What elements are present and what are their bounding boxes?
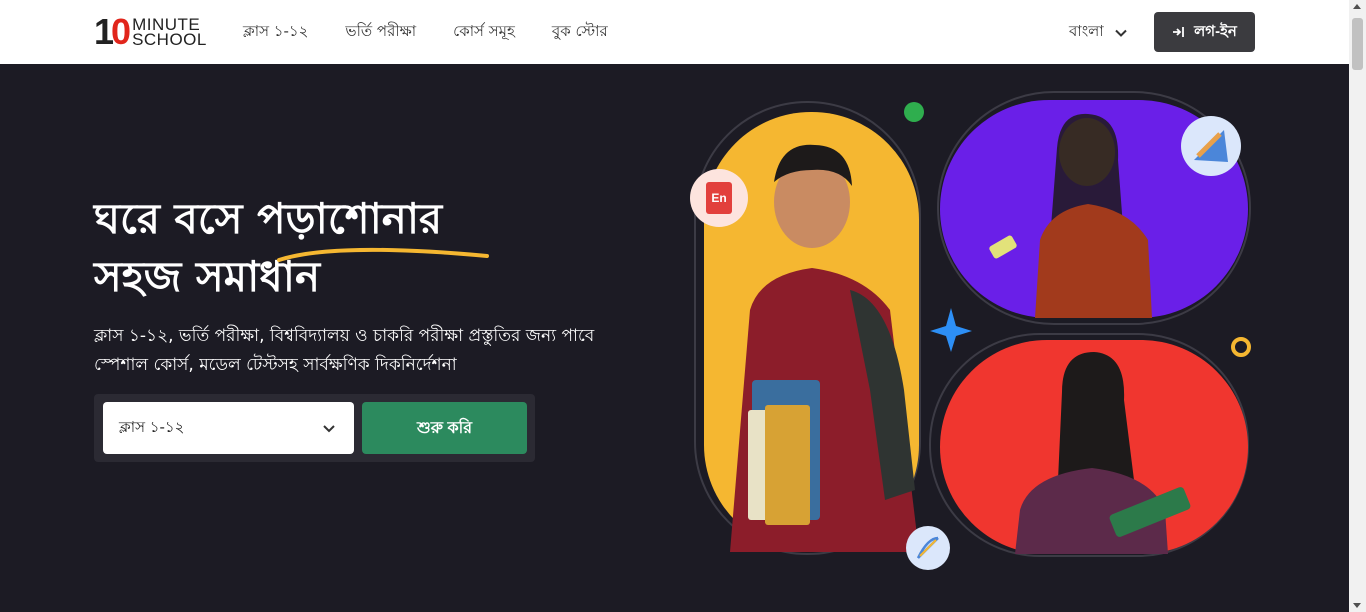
scrollbar[interactable] [1349,0,1366,612]
chevron-down-icon [1114,29,1127,37]
class-dropdown-value: ক্লাস ১-১২ [119,417,185,436]
yellow-ring [1231,337,1251,357]
hero-illustration: En [690,91,1251,570]
nav-item-courses[interactable]: কোর্স সমূহ [453,20,515,45]
nav-item-class[interactable]: ক্লাস ১-১২ [243,20,308,45]
main-nav: ক্লাস ১-১২ ভর্তি পরীক্ষা কোর্স সমূহ বুক … [243,20,608,45]
login-button[interactable]: লগ-ইন [1154,12,1255,52]
language-label: বাংলা [1069,22,1104,40]
sparkle-star-icon [930,308,972,352]
hero-subtitle-line-2: স্পেশাল কোর্স, মডেল টেস্টসহ সার্বক্ষণিক … [94,355,457,375]
chevron-down-icon [323,425,335,433]
hero-subtitle-line-1: ক্লাস ১-১২, ভর্তি পরীক্ষা, বিশ্ববিদ্যালয… [94,326,595,346]
title-underline-decoration [277,247,489,262]
en-book-label: En [711,191,726,205]
site-header: 10 MINUTE SCHOOL ক্লাস ১-১২ ভর্তি পরীক্ষ… [0,0,1349,64]
logo-word-2: SCHOOL [132,30,207,49]
hero-subtitle: ক্লাস ১-১২, ভর্তি পরীক্ষা, বিশ্ববিদ্যালয… [94,322,654,380]
green-dot [904,102,924,122]
language-selector[interactable]: বাংলা [1069,20,1128,45]
logo[interactable]: 10 MINUTE SCHOOL [94,14,214,50]
nav-item-bookstore[interactable]: বুক স্টোর [552,20,608,45]
logo-number: 10 [94,11,131,52]
scrollbar-thumb[interactable] [1352,18,1363,70]
dna-icon [906,526,950,570]
scroll-up-arrow[interactable] [1353,4,1361,9]
ruler-pencil-icon [1181,116,1241,176]
login-label: লগ-ইন [1194,22,1237,40]
login-icon [1173,27,1185,37]
en-book-icon: En [690,169,748,227]
scroll-down-arrow[interactable] [1353,603,1361,608]
class-dropdown[interactable]: ক্লাস ১-১২ [103,402,354,454]
start-button[interactable]: শুরু করি [362,402,527,454]
nav-item-admission[interactable]: ভর্তি পরীক্ষা [345,20,416,45]
